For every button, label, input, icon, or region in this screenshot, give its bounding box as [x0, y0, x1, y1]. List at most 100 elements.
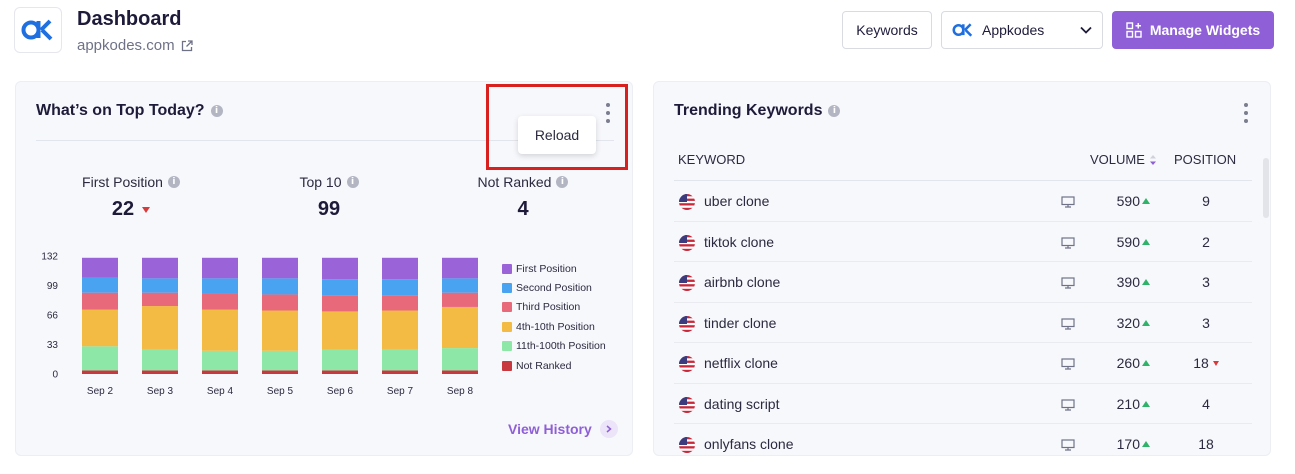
bar-segment[interactable]: [382, 370, 418, 374]
app-domain-link[interactable]: appkodes.com: [77, 37, 193, 54]
desktop-icon: [1061, 236, 1075, 254]
position-cell: 18: [1174, 355, 1238, 371]
scrollbar[interactable]: [1263, 158, 1269, 218]
bar-segment[interactable]: [142, 292, 178, 307]
bar-segment[interactable]: [382, 279, 418, 296]
app-select[interactable]: Appkodes: [941, 11, 1103, 49]
desktop-icon: [1061, 398, 1075, 416]
legend-entry[interactable]: 4th-10th Position: [502, 317, 606, 336]
bar-segment[interactable]: [322, 295, 358, 312]
bar-segment[interactable]: [202, 293, 238, 310]
bar-segment[interactable]: [442, 306, 478, 349]
legend-swatch: [502, 321, 512, 332]
bar-segment[interactable]: [262, 370, 298, 374]
bar-segment[interactable]: [82, 277, 118, 293]
bar-segment[interactable]: [442, 348, 478, 371]
legend-entry[interactable]: Third Position: [502, 298, 606, 317]
us-flag-icon: [679, 315, 695, 332]
legend-swatch: [502, 263, 512, 274]
legend-entry[interactable]: Not Ranked: [502, 356, 606, 375]
bar-segment[interactable]: [262, 310, 298, 351]
bar-segment[interactable]: [262, 257, 298, 279]
bar-segment[interactable]: [82, 292, 118, 310]
keyword-text: uber clone: [704, 193, 770, 209]
widget-title-text: Trending Keywords: [674, 102, 823, 119]
info-icon[interactable]: i: [556, 176, 569, 188]
volume-value: 210: [1116, 395, 1140, 412]
bar-segment[interactable]: [442, 257, 478, 279]
bar-segment[interactable]: [142, 278, 178, 293]
table-row[interactable]: netflix clone 260 18: [674, 343, 1252, 384]
position-cell: 3: [1174, 315, 1238, 331]
bar-segment[interactable]: [82, 346, 118, 371]
info-icon[interactable]: i: [346, 176, 359, 188]
desktop-icon: [1061, 276, 1075, 294]
legend-entry[interactable]: First Position: [502, 259, 606, 278]
bar-segment[interactable]: [262, 278, 298, 295]
table-row[interactable]: airbnb clone 390 3: [674, 262, 1252, 303]
bar-segment[interactable]: [442, 370, 478, 374]
bar-segment[interactable]: [202, 309, 238, 351]
bar-segment[interactable]: [382, 295, 418, 311]
bar-segment[interactable]: [322, 370, 358, 374]
bar-segment[interactable]: [142, 348, 178, 371]
widgets-icon: [1126, 22, 1142, 38]
info-icon[interactable]: i: [828, 105, 841, 117]
table-row[interactable]: uber clone 590 9: [674, 181, 1252, 222]
info-icon[interactable]: i: [210, 105, 223, 117]
reload-menu-item[interactable]: Reload: [518, 116, 596, 154]
bar-segment[interactable]: [202, 278, 238, 294]
bar-segment[interactable]: [322, 279, 358, 296]
bar-segment[interactable]: [382, 310, 418, 349]
keywords-button[interactable]: Keywords: [842, 11, 932, 49]
bar-segment[interactable]: [322, 257, 358, 280]
bar-segment[interactable]: [202, 350, 238, 371]
info-icon[interactable]: i: [167, 176, 180, 188]
table-row[interactable]: onlyfans clone 170 18: [674, 424, 1252, 455]
legend-label: 11th-100th Position: [516, 340, 606, 353]
legend-entry[interactable]: 11th-100th Position: [502, 337, 606, 356]
bar-segment[interactable]: [202, 370, 238, 374]
position-value: 9: [1202, 193, 1210, 209]
column-header-volume[interactable]: VOLUME: [1090, 152, 1157, 167]
bar-segment[interactable]: [322, 311, 358, 350]
legend-label: First Position: [516, 262, 577, 275]
bar-segment[interactable]: [142, 257, 178, 279]
bar-segment[interactable]: [262, 350, 298, 371]
trend-up-icon: [1142, 279, 1150, 285]
manage-widgets-button[interactable]: Manage Widgets: [1112, 11, 1274, 49]
bar-segment[interactable]: [142, 306, 178, 349]
view-history-link[interactable]: View History: [508, 420, 618, 438]
bar-segment[interactable]: [82, 370, 118, 374]
stat-not-ranked: Not Ranked i 4: [468, 174, 578, 221]
app-select-value: Appkodes: [982, 22, 1045, 38]
legend-entry[interactable]: Second Position: [502, 278, 606, 297]
bar-segment[interactable]: [382, 257, 418, 280]
x-tick-label: Sep 4: [207, 386, 234, 397]
bar-segment[interactable]: [442, 278, 478, 293]
bar-segment[interactable]: [82, 257, 118, 278]
bar-segment[interactable]: [382, 348, 418, 371]
legend-label: Not Ranked: [516, 359, 572, 372]
bar-segment[interactable]: [82, 309, 118, 347]
bar-segment[interactable]: [442, 292, 478, 307]
column-header-keyword[interactable]: KEYWORD: [678, 152, 745, 167]
desktop-icon: [1061, 195, 1075, 213]
stat-value: 99: [317, 198, 341, 220]
more-options-icon[interactable]: [605, 103, 611, 123]
table-row[interactable]: tiktok clone 590 2: [674, 222, 1252, 262]
position-value: 18: [1198, 436, 1214, 452]
x-tick-label: Sep 5: [267, 386, 294, 397]
table-row[interactable]: tinder clone 320 3: [674, 303, 1252, 343]
column-header-position[interactable]: POSITION: [1174, 152, 1236, 167]
bar-segment[interactable]: [202, 257, 238, 279]
keyword-text: tiktok clone: [704, 233, 775, 250]
more-options-icon[interactable]: [1243, 103, 1249, 123]
bar-segment[interactable]: [262, 294, 298, 311]
bar-segment[interactable]: [322, 349, 358, 371]
table-row[interactable]: dating script 210 4: [674, 384, 1252, 424]
bar-segment[interactable]: [142, 370, 178, 374]
desktop-icon: [1061, 438, 1075, 455]
trend-up-icon: [1142, 441, 1150, 447]
x-tick-label: Sep 2: [87, 386, 114, 397]
